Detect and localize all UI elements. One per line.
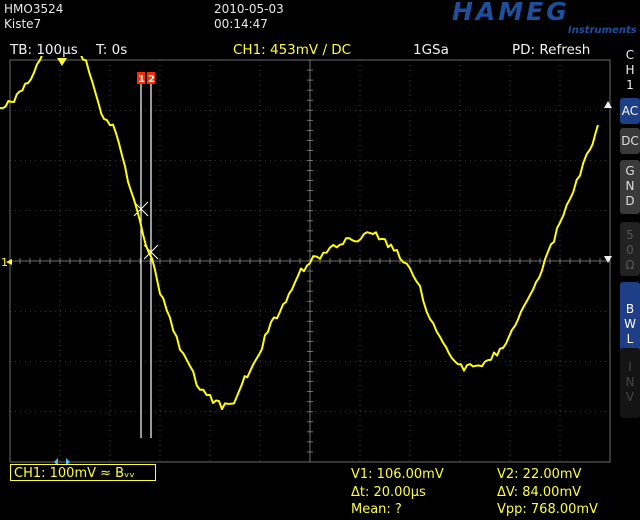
mean-readout: Mean: ? xyxy=(351,502,402,517)
impedance-50-ohm-button[interactable]: 5 0 Ω xyxy=(620,222,640,276)
svg-text:1: 1 xyxy=(1,256,8,269)
channel-indicator-char: C xyxy=(625,48,635,62)
brand-logo: HAMEG xyxy=(452,0,570,26)
ohm-char: 0 xyxy=(626,243,634,257)
waveform-trace xyxy=(0,56,599,411)
ch1-scale-readout[interactable]: CH1: 100mV ≈ Bᵥᵥ xyxy=(10,464,156,481)
brand-subtitle: Instruments xyxy=(568,25,637,36)
channel-indicator: C H 1 xyxy=(620,48,640,93)
delta-t-readout: Δt: 20.00µs xyxy=(351,485,426,500)
channel-indicator-char: H xyxy=(625,63,635,77)
trace-top-arrow xyxy=(604,101,612,108)
ohm-char: Ω xyxy=(625,258,635,272)
v2-readout: V2: 22.00mV xyxy=(497,467,582,482)
v1-readout: V1: 106.00mV xyxy=(351,467,444,482)
inv-char: I xyxy=(628,360,632,374)
invert-button[interactable]: I N V xyxy=(620,348,640,418)
coupling-ac-button[interactable]: AC xyxy=(620,98,640,124)
coupling-gnd-button[interactable]: G N D xyxy=(620,160,640,214)
gnd-char: N xyxy=(625,179,635,193)
vpp-readout: Vpp: 768.00mV xyxy=(497,502,598,517)
time-label: 00:14:47 xyxy=(214,17,268,31)
bwl-char: L xyxy=(626,332,634,346)
inv-char: N xyxy=(625,375,635,389)
setup-name-label: Kiste7 xyxy=(4,17,42,31)
gnd-char: G xyxy=(625,164,635,178)
bwl-char: W xyxy=(624,317,636,331)
delta-v-readout: ΔV: 84.00mV xyxy=(497,485,582,500)
inv-char: V xyxy=(625,390,635,404)
cursor-1-label: 1 xyxy=(138,74,145,85)
trace-bottom-arrow xyxy=(604,256,612,263)
coupling-dc-button[interactable]: DC xyxy=(620,128,640,154)
channel-indicator-char: 1 xyxy=(626,78,634,92)
gnd-char: D xyxy=(625,194,635,208)
date-label: 2010-05-03 xyxy=(214,2,284,16)
trigger-position-marker xyxy=(57,58,67,66)
model-label: HMO3524 xyxy=(4,2,64,16)
ohm-char: 5 xyxy=(626,228,634,242)
cursor-2-label: 2 xyxy=(148,74,155,85)
bwl-char: B xyxy=(625,302,635,316)
scope-display[interactable]: 1 1 2 xyxy=(0,56,620,464)
